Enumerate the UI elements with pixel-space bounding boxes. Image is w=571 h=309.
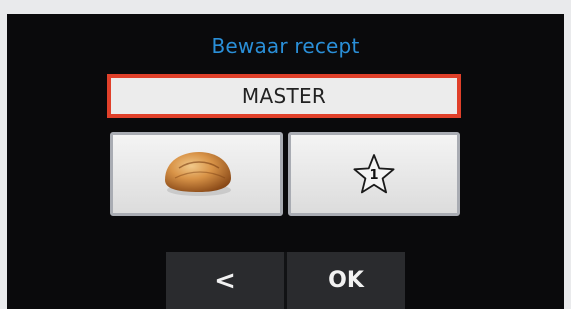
bread-option-button[interactable]: [110, 132, 283, 216]
page-title: Bewaar recept: [211, 34, 360, 58]
bread-roll-icon: [157, 146, 237, 202]
oven-screen: Bewaar recept MASTER 1 < OK: [7, 14, 564, 309]
recipe-name-field[interactable]: MASTER: [107, 74, 461, 118]
back-button[interactable]: <: [166, 252, 284, 309]
device-bezel: [0, 0, 571, 14]
star-icon: 1: [352, 152, 396, 196]
favorite-option-button[interactable]: 1: [288, 132, 460, 216]
ok-button[interactable]: OK: [287, 252, 405, 309]
chevron-left-icon: <: [214, 265, 236, 296]
recipe-name-value: MASTER: [241, 84, 327, 108]
favorite-slot-number: 1: [369, 168, 379, 183]
ok-label: OK: [328, 268, 364, 293]
